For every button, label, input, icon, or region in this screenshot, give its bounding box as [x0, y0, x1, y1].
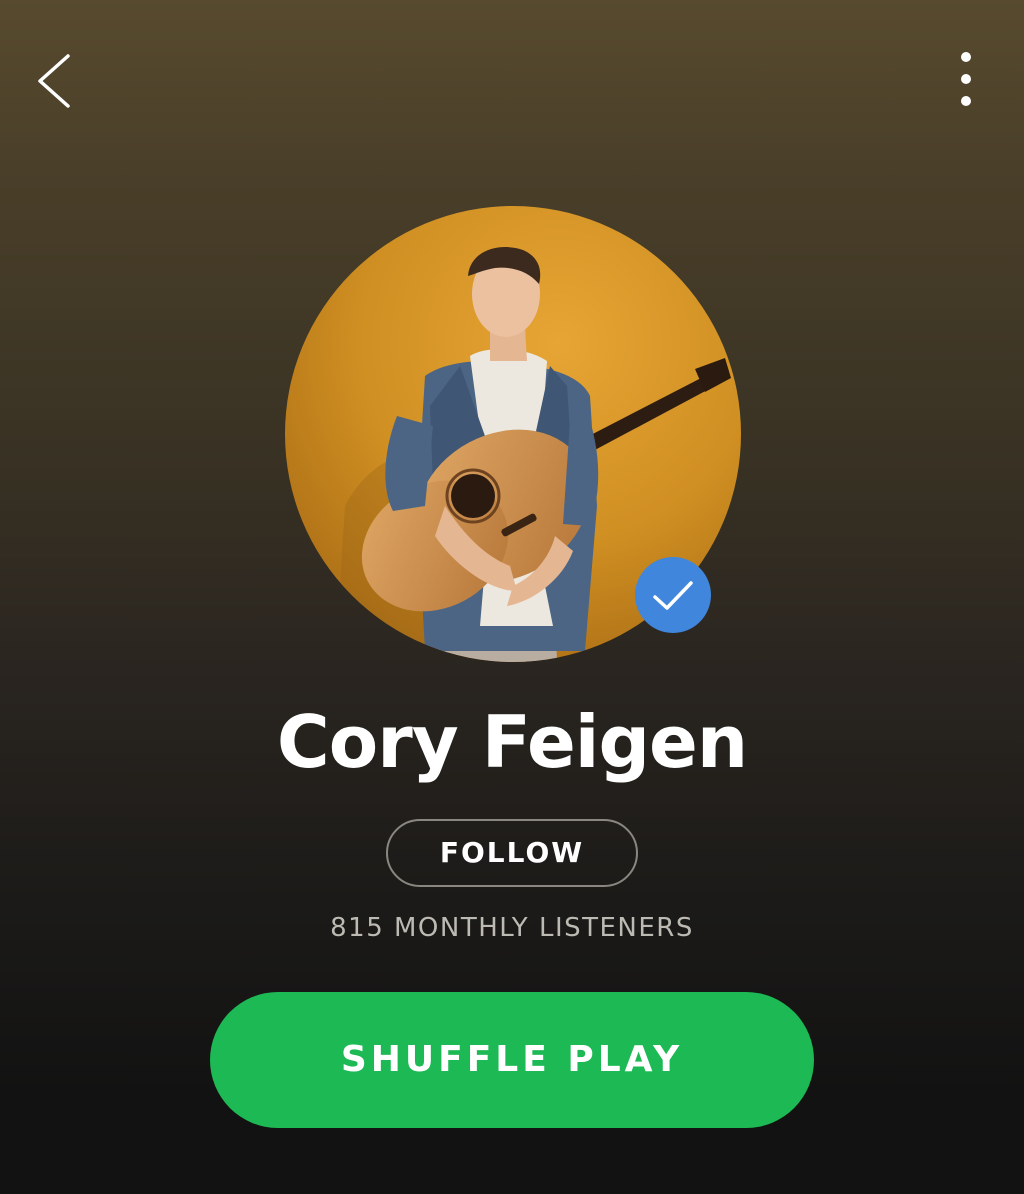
artist-name: Cory Feigen — [276, 700, 748, 784]
back-button[interactable] — [28, 48, 84, 116]
shuffle-play-button[interactable]: SHUFFLE PLAY — [210, 992, 814, 1128]
more-options-button[interactable] — [940, 44, 992, 116]
checkmark-icon — [653, 581, 693, 610]
verified-badge — [635, 557, 711, 633]
more-vertical-icon — [961, 52, 971, 106]
monthly-listeners: 815 MONTHLY LISTENERS — [330, 913, 694, 943]
chevron-left-icon — [38, 54, 70, 108]
follow-button[interactable]: FOLLOW — [386, 819, 638, 887]
